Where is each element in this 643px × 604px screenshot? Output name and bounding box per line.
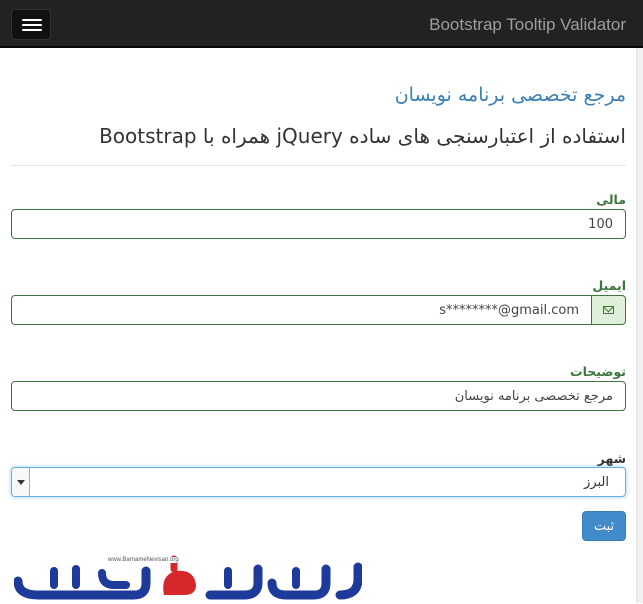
logo-url: www.BarnameNevisan.org xyxy=(106,557,181,563)
hamburger-icon-bar xyxy=(22,24,42,26)
divider xyxy=(11,165,626,166)
page-scrollbar[interactable] xyxy=(636,48,643,603)
page-title: استفاده از اعتبارسنجی های ساده jQuery هم… xyxy=(99,124,626,148)
chevron-down-icon[interactable] xyxy=(12,468,30,496)
amount-label: مالی xyxy=(596,192,626,207)
hamburger-icon-bar xyxy=(22,29,42,31)
navbar: Bootstrap Tooltip Validator xyxy=(0,0,643,48)
description-label: توضیحات xyxy=(570,364,626,379)
dropdown-arrow xyxy=(16,479,25,485)
navbar-toggle-button[interactable] xyxy=(11,9,51,40)
email-label: ایمیل xyxy=(592,278,626,293)
site-title: مرجع تخصصی برنامه نویسان xyxy=(394,84,626,106)
city-label: شهر xyxy=(597,451,626,466)
city-select[interactable]: البرز xyxy=(11,467,626,497)
envelope-icon xyxy=(603,306,614,314)
submit-button[interactable]: ثبت xyxy=(582,511,626,541)
city-selected: البرز xyxy=(584,474,609,490)
hamburger-icon xyxy=(22,19,42,21)
email-input[interactable]: s********@gmail.com xyxy=(11,295,591,325)
logo-graphic xyxy=(13,555,363,600)
navbar-brand[interactable]: Bootstrap Tooltip Validator xyxy=(429,15,626,35)
email-addon xyxy=(591,295,626,325)
email-group: s********@gmail.com xyxy=(11,295,626,325)
description-value: مرجع تخصصی برنامه نویسان xyxy=(454,388,613,404)
site-logo: www.BarnameNevisan.org xyxy=(13,555,363,600)
description-input[interactable]: مرجع تخصصی برنامه نویسان xyxy=(11,381,626,411)
amount-input[interactable]: 100 xyxy=(11,209,626,239)
amount-value: 100 xyxy=(588,216,613,232)
email-value: s********@gmail.com xyxy=(439,302,579,318)
